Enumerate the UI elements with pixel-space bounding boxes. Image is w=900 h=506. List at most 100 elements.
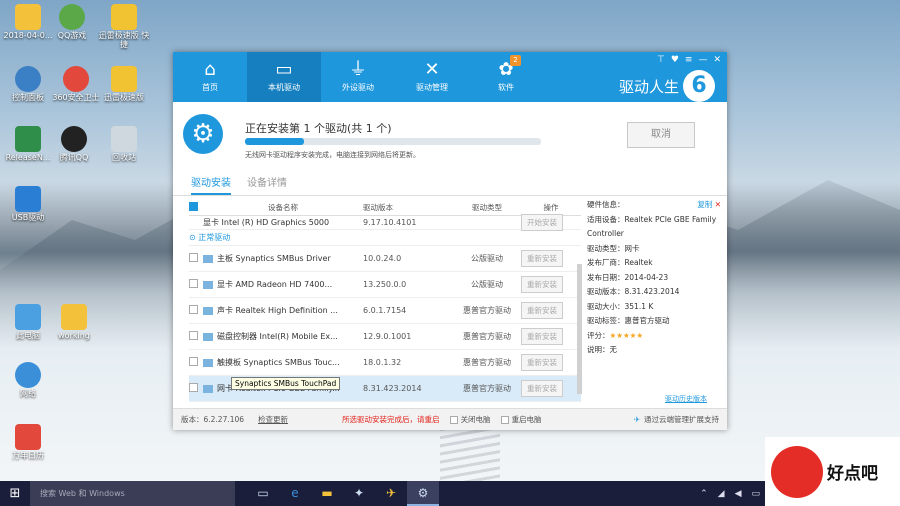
header-device: 设备名称 [268, 203, 298, 212]
menu-icon[interactable]: ≡ [685, 55, 693, 65]
file-explorer-icon[interactable]: ▬ [311, 481, 343, 506]
show-hidden-icon[interactable]: ⌃ [700, 489, 708, 499]
desktop-icon-qq-game[interactable]: QQ游戏 [44, 4, 100, 41]
shutdown-checkbox[interactable] [500, 415, 509, 424]
check-update-link[interactable]: 检查更新 [258, 414, 288, 425]
shutdown-option[interactable]: 重启电脑 [500, 414, 542, 425]
desktop-icon-recycle-bin[interactable]: 回收站 [96, 126, 152, 163]
detail-line: 驱动类型：网卡 [587, 243, 640, 253]
desktop-icon-usb[interactable]: USB驱动 [0, 186, 56, 223]
desktop-icon-calendar[interactable]: 万年日历 [0, 424, 56, 461]
device-name: 显卡 AMD Radeon HD 7400... [217, 280, 333, 289]
tab-driver-install[interactable]: 驱动安装 [191, 172, 231, 195]
restart-option[interactable]: 关闭电脑 [449, 414, 491, 425]
close-detail-icon[interactable]: ✕ [715, 200, 721, 209]
reinstall-button[interactable]: 重新安装 [521, 302, 563, 319]
row-checkbox[interactable] [189, 253, 198, 262]
pin-icon[interactable]: ⊤ [657, 55, 665, 65]
apps-icon: ✿ [498, 59, 514, 80]
restart-checkbox[interactable] [449, 415, 458, 424]
watermark-text: 好点吧 [827, 464, 878, 484]
table-row[interactable]: 主板 Synaptics SMBus Driver 10.0.24.0 公版驱动 重新… [189, 246, 581, 272]
row-checkbox[interactable] [189, 331, 198, 340]
brand-logo-icon: 6 [683, 70, 715, 102]
store-icon[interactable]: ✦ [343, 481, 375, 506]
task-view-icon[interactable]: ▭ [247, 481, 279, 506]
heart-icon[interactable]: ♥ [671, 55, 679, 65]
nav-peripheral-drivers[interactable]: ⏚ 外设驱动 [321, 52, 395, 102]
detail-line: 适用设备：Realtek PCIe GBE Family Controller [587, 214, 717, 239]
minimize-icon[interactable]: — [698, 55, 707, 65]
device-icon [203, 306, 213, 315]
desktop-icon-xunlei-shortcut[interactable]: 迅雷极速版 快捷 [96, 4, 152, 50]
group-normal-drivers[interactable]: ⊙ 正常驱动 [189, 230, 581, 246]
cloud-support[interactable]: ✈ 通过云端管理扩展支持 [634, 414, 719, 425]
detail-line: 驱动版本：8.31.423.2014 [587, 287, 680, 296]
detail-line: 驱动标签：惠普官方驱动 [587, 316, 670, 325]
folder-icon [15, 4, 41, 30]
row-checkbox[interactable] [189, 279, 198, 288]
start-button[interactable]: ⊞ [0, 481, 30, 506]
table-scrollbar[interactable] [577, 264, 582, 394]
nav-software[interactable]: ✿ 软件 2 [469, 52, 543, 102]
edge-browser-icon[interactable]: e [279, 481, 311, 506]
header-action: 操作 [543, 203, 559, 212]
header-type: 驱动类型 [472, 203, 502, 212]
reinstall-button[interactable]: 重新安装 [521, 250, 563, 267]
copy-link[interactable]: 复制 [697, 200, 712, 209]
taskbar-search[interactable]: 搜索 Web 和 Windows [30, 481, 235, 506]
nav-driver-management[interactable]: ✕ 驱动管理 [395, 52, 469, 102]
device-icon [203, 384, 213, 393]
device-icon [203, 254, 213, 263]
table-row[interactable]: 磁盘控制器 Intel(R) Mobile Ex... 12.9.0.1001 惠普… [189, 324, 581, 350]
wifi-icon[interactable]: ◢ [718, 489, 725, 499]
rating: 评分：★★★★★ [587, 330, 644, 340]
reinstall-button[interactable]: 重新安装 [521, 328, 563, 345]
footer: 版本：6.2.27.106 检查更新 所选驱动安装完成后，请重启 关闭电脑 重启… [173, 408, 727, 430]
reinstall-button[interactable]: 重新安装 [521, 354, 563, 371]
bird-icon: ✈ [633, 415, 640, 424]
reinstall-button[interactable]: 重新安装 [521, 380, 563, 397]
360-icon [63, 66, 89, 92]
gear-icon: ⚙ [183, 114, 223, 154]
device-name: 触摸板 Synaptics SMBus Touc... [217, 358, 340, 367]
table-row[interactable]: 声卡 Realtek High Definition ... 6.0.1.7154… [189, 298, 581, 324]
battery-icon[interactable]: ▭ [751, 489, 760, 499]
xunlei-icon [111, 66, 137, 92]
system-tray: ⌃ ◢ ◀ ▭ [700, 481, 760, 506]
close-icon[interactable]: ✕ [713, 55, 721, 65]
reinstall-button[interactable]: 重新安装 [521, 276, 563, 293]
row-checkbox[interactable] [189, 305, 198, 314]
install-title: 正在安装第 1 个驱动(共 1 个) [245, 122, 392, 135]
row-checkbox[interactable] [189, 383, 198, 392]
detail-line: 发布日期：2014-04-23 [587, 272, 669, 282]
nav-local-drivers[interactable]: ▭ 本机驱动 [247, 52, 321, 102]
desktop-icon-network[interactable]: 网络 [0, 362, 56, 399]
device-icon [203, 280, 213, 289]
xunlei-taskbar-icon[interactable]: ✈ [375, 481, 407, 506]
detail-line: 发布厂商：Realtek [587, 258, 653, 267]
select-all-checkbox[interactable] [189, 202, 198, 211]
device-name: 磁盘控制器 Intel(R) Mobile Ex... [217, 332, 338, 341]
table-row[interactable]: 触摸板 Synaptics SMBus Touc... 18.0.1.32 惠普官方… [189, 350, 581, 376]
row-checkbox[interactable] [189, 357, 198, 366]
install-button[interactable]: 开始安装 [521, 214, 563, 231]
driver-version: 10.0.24.0 [363, 254, 402, 263]
spreadsheet-icon [15, 126, 41, 152]
nav-home[interactable]: ⌂ 首页 [173, 52, 247, 102]
driver-genius-window: ⌂ 首页 ▭ 本机驱动 ⏚ 外设驱动 ✕ 驱动管理 ✿ 软件 2 ⊤ ♥ ≡ — ✕ 驱动人… [173, 52, 727, 430]
volume-icon[interactable]: ◀ [735, 489, 742, 499]
driver-type: 惠普官方驱动 [463, 306, 511, 315]
driver-history-link[interactable]: 驱动历史版本 [665, 394, 707, 404]
cancel-button[interactable]: 取消 [627, 122, 695, 148]
home-icon: ⌂ [204, 59, 216, 80]
desktop-icon-working[interactable]: working [46, 304, 102, 341]
version-label: 版本：6.2.27.106 [181, 415, 245, 424]
usb-plug-icon: ⏚ [349, 59, 367, 80]
driver-genius-taskbar-icon[interactable]: ⚙ [407, 481, 439, 506]
table-row[interactable]: 显卡 AMD Radeon HD 7400... 13.250.0.0 公版驱动 重新… [189, 272, 581, 298]
tab-device-details[interactable]: 设备详情 [247, 172, 287, 195]
brand: 驱动人生 6 [619, 70, 715, 102]
desktop-icon-xunlei[interactable]: 迅雷极速版 [96, 66, 152, 103]
desktop-icon-qq[interactable]: 腾讯QQ [46, 126, 102, 163]
